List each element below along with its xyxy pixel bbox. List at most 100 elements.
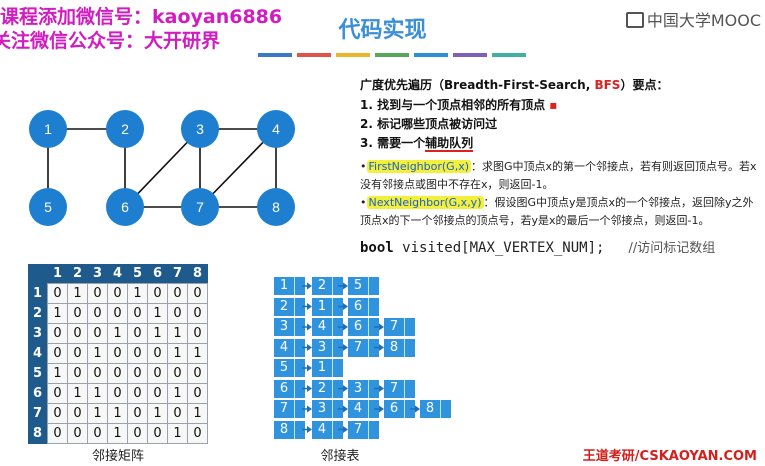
matrix-cell: 1 <box>107 403 128 424</box>
title-stripe <box>336 53 370 57</box>
graph-node-label: 3 <box>196 121 204 137</box>
bfs-points: 广度优先遍历（Breadth-First-Search, BFS）要点： 1. … <box>360 76 760 153</box>
matrix-cell: 0 <box>127 423 148 444</box>
matrix-cell: 0 <box>147 423 168 444</box>
matrix-row-header: 6 <box>28 383 48 404</box>
matrix-cell: 0 <box>167 303 188 324</box>
adjlist-caption: 邻接表 <box>320 449 360 464</box>
bfs-point-3-highlight: 辅助队列 <box>425 136 474 152</box>
arrow-head-icon <box>343 323 348 331</box>
matrix-cell: 1 <box>107 323 128 344</box>
matrix-cell: 0 <box>187 423 208 444</box>
matrix-cell: 1 <box>167 383 188 404</box>
matrix-row: 601100010 <box>28 383 208 404</box>
matrix-row-header: 2 <box>28 303 48 324</box>
matrix-cell: 0 <box>127 383 148 404</box>
matrix-cell: 0 <box>87 423 108 444</box>
matrix-row: 510000000 <box>28 363 208 384</box>
matrix-cell: 0 <box>107 343 128 364</box>
matrix-cell: 1 <box>147 323 168 344</box>
arrow-head-icon <box>343 405 348 413</box>
matrix-cell: 0 <box>87 363 108 384</box>
graph-node-2: 2 <box>106 110 144 148</box>
matrix-cell: 0 <box>147 283 168 304</box>
matrix-row-header: 1 <box>28 283 48 304</box>
graph-node-label: 5 <box>44 199 52 215</box>
first-neighbor-desc: • FirstNeighbor(G,x) ：求图G中顶点x的第一个邻接点，若有则返回… <box>360 160 757 191</box>
arrow-head-icon <box>307 364 312 372</box>
matrix-cell: 0 <box>167 403 188 424</box>
title-stripe <box>375 53 409 57</box>
matrix-cell: 0 <box>67 303 88 324</box>
matrix-cell: 1 <box>87 343 108 364</box>
matrix-cell: 0 <box>107 303 128 324</box>
arrow-head-icon <box>379 385 384 392</box>
matrix-cell: 0 <box>107 363 128 384</box>
graph-node-7: 7 <box>181 188 219 226</box>
graph-node-8: 8 <box>257 188 295 226</box>
arrow-head-icon <box>307 426 312 433</box>
matrix-row: 101001000 <box>28 283 208 304</box>
graph-diagram: 1 2 3 4 5 6 7 8 <box>29 110 295 226</box>
arrow-head-icon <box>343 426 348 433</box>
matrix-cell: 0 <box>47 323 68 344</box>
graph-node-label: 1 <box>44 121 52 137</box>
matrix-row-header: 8 <box>28 423 48 444</box>
matrix-cell: 0 <box>67 423 88 444</box>
code-keyword: bool <box>360 240 394 256</box>
matrix-cell: 0 <box>127 323 148 344</box>
matrix-cell: 0 <box>127 363 148 384</box>
footer-brand: 王道考研/CSKAOYAN.COM <box>582 449 757 464</box>
arrow-head-icon <box>307 323 312 331</box>
matrix-cell: 0 <box>87 283 108 304</box>
matrix-cell: 0 <box>187 323 208 344</box>
matrix-cell: 0 <box>87 303 108 324</box>
bfs-point-1-text: 1. 找到与一个顶点相邻的所有顶点 <box>360 98 546 112</box>
matrix-cell: 0 <box>67 363 88 384</box>
arrow-head-icon <box>415 405 420 413</box>
matrix-cell: 1 <box>47 363 68 384</box>
graph-node-label: 4 <box>272 121 280 137</box>
arrow-head-icon <box>379 405 384 413</box>
matrix-cell: 1 <box>167 343 188 364</box>
matrix-cell: 0 <box>67 323 88 344</box>
arrow-head-icon <box>343 385 348 392</box>
bfs-point-3-text: 3. 需要一个 <box>360 136 426 150</box>
matrix-col-header: 7 <box>167 264 188 284</box>
matrix-cell: 1 <box>47 303 68 324</box>
matrix-row: 300010110 <box>28 323 208 344</box>
next-neighbor-desc: • NextNeighbor(G,x,y) ：假设图G中顶点y是顶点x的一个邻接点，… <box>360 196 754 227</box>
graph-node-label: 6 <box>121 199 129 215</box>
graph-node-4: 4 <box>257 110 295 148</box>
adjacency-matrix: 1234567810100100021000010030001011040010… <box>28 264 208 444</box>
matrix-cell: 0 <box>147 383 168 404</box>
arrow-head-icon <box>307 385 312 392</box>
title-stripe <box>297 53 331 57</box>
matrix-cell: 0 <box>47 383 68 404</box>
matrix-cell: 0 <box>187 383 208 404</box>
matrix-cell: 1 <box>147 303 168 324</box>
title-stripe <box>258 53 292 57</box>
matrix-cell: 0 <box>87 323 108 344</box>
matrix-row: 210000100 <box>28 303 208 324</box>
matrix-cell: 0 <box>47 423 68 444</box>
matrix-cell: 1 <box>127 283 148 304</box>
bfs-heading: 广度优先遍历（Breadth-First-Search, BFS）要点： <box>360 76 760 93</box>
matrix-cell: 0 <box>147 343 168 364</box>
matrix-cell: 0 <box>187 363 208 384</box>
matrix-cell: 0 <box>47 283 68 304</box>
matrix-caption: 邻接矩阵 <box>91 449 144 464</box>
matrix-cell: 1 <box>87 383 108 404</box>
arrow-head-icon <box>379 344 384 351</box>
matrix-col-header: 3 <box>87 264 108 284</box>
graph-node-3: 3 <box>181 110 219 148</box>
first-neighbor-fn: FirstNeighbor(G,x) <box>366 160 472 173</box>
bfs-heading-pre: 广度优先遍历（Breadth-First-Search, <box>360 78 595 92</box>
matrix-row-header: 7 <box>28 403 48 424</box>
matrix-cell: 0 <box>47 403 68 424</box>
matrix-row-header: 3 <box>28 323 48 344</box>
arrow-head-icon <box>307 303 312 310</box>
arrow-head-icon <box>379 323 384 331</box>
matrix-col-header: 2 <box>67 264 88 284</box>
matrix-cell: 0 <box>147 363 168 384</box>
